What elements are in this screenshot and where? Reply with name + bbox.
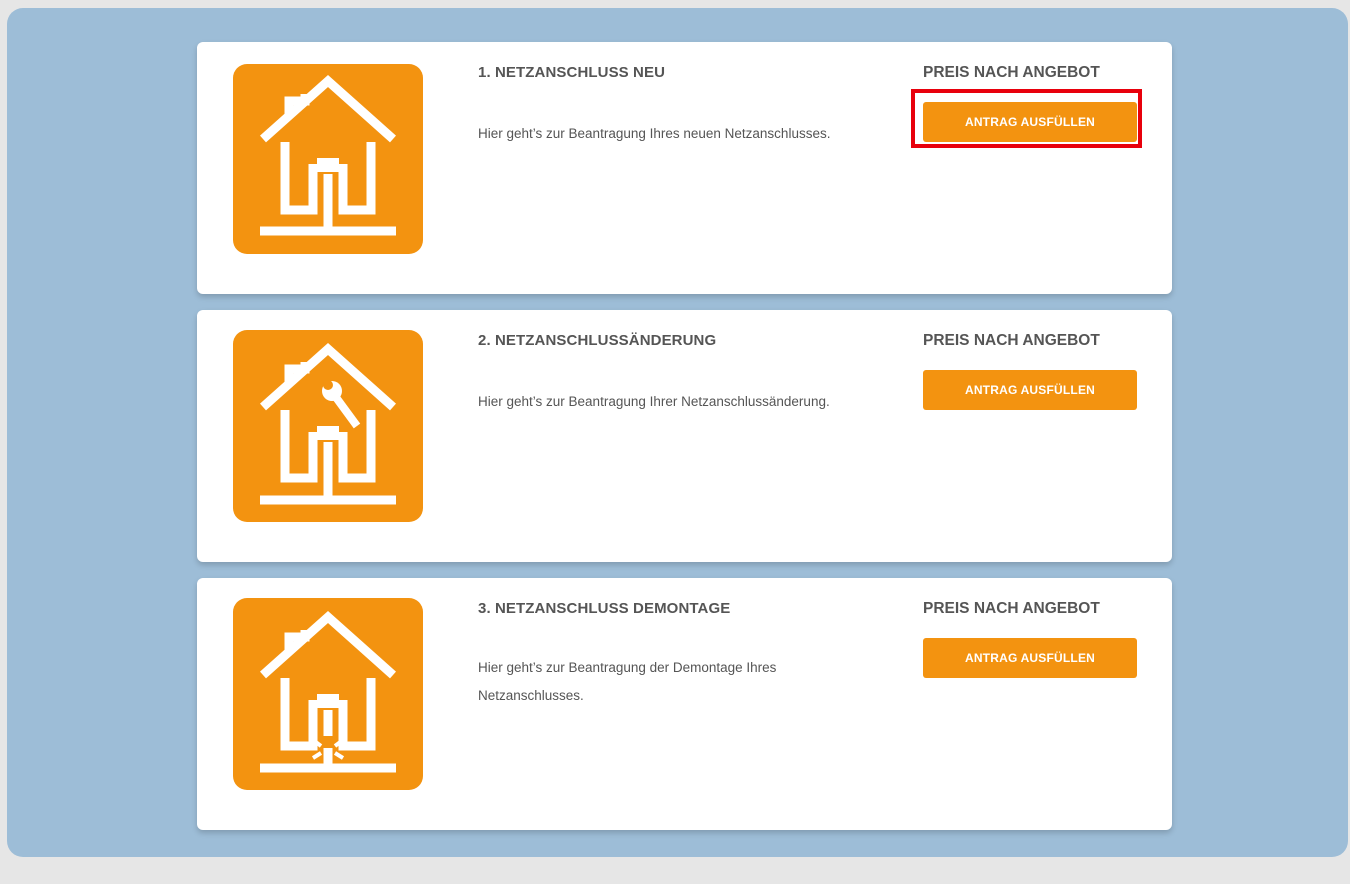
card-title: 2. NETZANSCHLUSSÄNDERUNG <box>478 332 717 349</box>
house-connection-dismantle-icon <box>233 598 423 790</box>
antrag-ausfuellen-button[interactable]: ANTRAG AUSFÜLLEN <box>923 102 1137 142</box>
card-title: 1. NETZANSCHLUSS NEU <box>478 64 666 81</box>
card-title: 3. NETZANSCHLUSS DEMONTAGE <box>478 600 731 617</box>
card-description: Hier geht’s zur Beantragung Ihrer Netzan… <box>478 394 830 409</box>
house-connection-new-icon <box>233 64 423 254</box>
card-netzanschluss-neu: 1. NETZANSCHLUSS NEU Hier geht’s zur Bea… <box>197 42 1172 294</box>
price-label: PREIS NACH ANGEBOT <box>923 64 1100 81</box>
card-description: Hier geht’s zur Beantragung Ihres neuen … <box>478 126 831 141</box>
antrag-ausfuellen-button[interactable]: ANTRAG AUSFÜLLEN <box>923 638 1137 678</box>
house-connection-change-icon <box>233 330 423 522</box>
card-description: Hier geht’s zur Beantragung der Demontag… <box>478 660 777 703</box>
price-label: PREIS NACH ANGEBOT <box>923 600 1100 617</box>
price-label: PREIS NACH ANGEBOT <box>923 332 1100 349</box>
content-panel: 1. NETZANSCHLUSS NEU Hier geht’s zur Bea… <box>7 8 1348 857</box>
card-netzanschlussaenderung: 2. NETZANSCHLUSSÄNDERUNG Hier geht’s zur… <box>197 310 1172 562</box>
antrag-ausfuellen-button[interactable]: ANTRAG AUSFÜLLEN <box>923 370 1137 410</box>
card-netzanschluss-demontage: 3. NETZANSCHLUSS DEMONTAGE Hier geht’s z… <box>197 578 1172 830</box>
